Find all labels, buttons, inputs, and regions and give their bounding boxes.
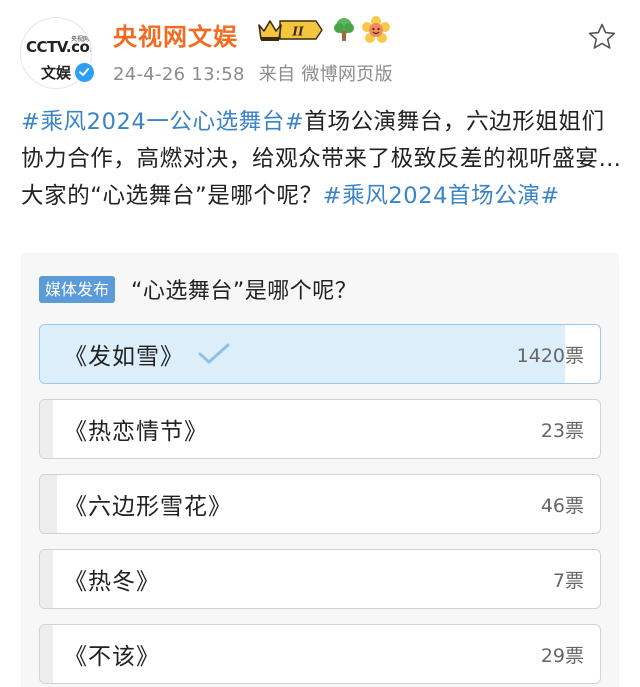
poll-header: 媒体发布 “心选舞台”是哪个呢？ bbox=[39, 273, 357, 305]
poll-option[interactable]: 《热恋情节》 23票 bbox=[39, 399, 601, 459]
avatar-label: 文娱 bbox=[41, 64, 72, 82]
post-timestamp: 24-4-26 13:58 bbox=[113, 64, 245, 85]
vote-count: 1420票 bbox=[516, 344, 584, 367]
vote-share-fill bbox=[40, 400, 54, 458]
vote-count: 7票 bbox=[552, 569, 584, 592]
option-label: 《发如雪》 bbox=[64, 344, 184, 370]
option-label: 《六边形雪花》 bbox=[64, 494, 232, 520]
vote-share-fill bbox=[40, 625, 54, 683]
vote-count: 23票 bbox=[540, 419, 584, 442]
poll-tag: 媒体发布 bbox=[39, 275, 116, 303]
post-text: #乘风2024一公心选舞台#首场公演舞台，六边形姐姐们协力合作，高燃对决，给观众… bbox=[21, 104, 626, 215]
option-label: 《热恋情节》 bbox=[64, 419, 208, 445]
vote-count: 46票 bbox=[540, 494, 584, 517]
vote-share-fill bbox=[40, 550, 54, 608]
post-header: CCTV.com 央视网 文娱 央视网文娱 II 24-4-26 13:58来自… bbox=[0, 0, 640, 98]
vote-share-fill bbox=[40, 475, 57, 533]
poll-option[interactable]: 《六边形雪花》 46票 bbox=[39, 474, 601, 534]
post-source: 来自 微博网页版 bbox=[258, 64, 393, 85]
crown-level-badge-icon[interactable]: II bbox=[256, 16, 326, 44]
option-label: 《热冬》 bbox=[64, 569, 160, 595]
poll-question: “心选舞台”是哪个呢？ bbox=[131, 279, 358, 304]
post-meta: 24-4-26 13:58 来自 微博网页版 bbox=[113, 60, 407, 86]
check-icon bbox=[198, 343, 230, 364]
flower-badge-icon[interactable] bbox=[362, 16, 390, 44]
poll-option[interactable]: 《热冬》 7票 bbox=[39, 549, 601, 609]
account-name[interactable]: 央视网文娱 bbox=[113, 17, 238, 52]
poll-card: 媒体发布 “心选舞台”是哪个呢？ 《发如雪》 1420票 《热恋情节》 23票 … bbox=[21, 253, 619, 687]
topic-link[interactable]: #乘风2024首场公演# bbox=[323, 183, 560, 209]
badge-level-text: II bbox=[291, 25, 304, 39]
favorite-star-icon[interactable] bbox=[587, 22, 617, 52]
vote-count: 29票 bbox=[540, 644, 584, 667]
topic-link[interactable]: #乘风2024一公心选舞台# bbox=[21, 109, 304, 135]
verified-badge-icon bbox=[73, 61, 95, 83]
poll-option[interactable]: 《不该》 29票 bbox=[39, 624, 601, 684]
option-label: 《不该》 bbox=[64, 644, 160, 670]
poll-option[interactable]: 《发如雪》 1420票 bbox=[39, 324, 601, 384]
avatar-logo-sub: 央视网 bbox=[71, 36, 90, 43]
tree-badge-icon[interactable] bbox=[332, 17, 356, 43]
